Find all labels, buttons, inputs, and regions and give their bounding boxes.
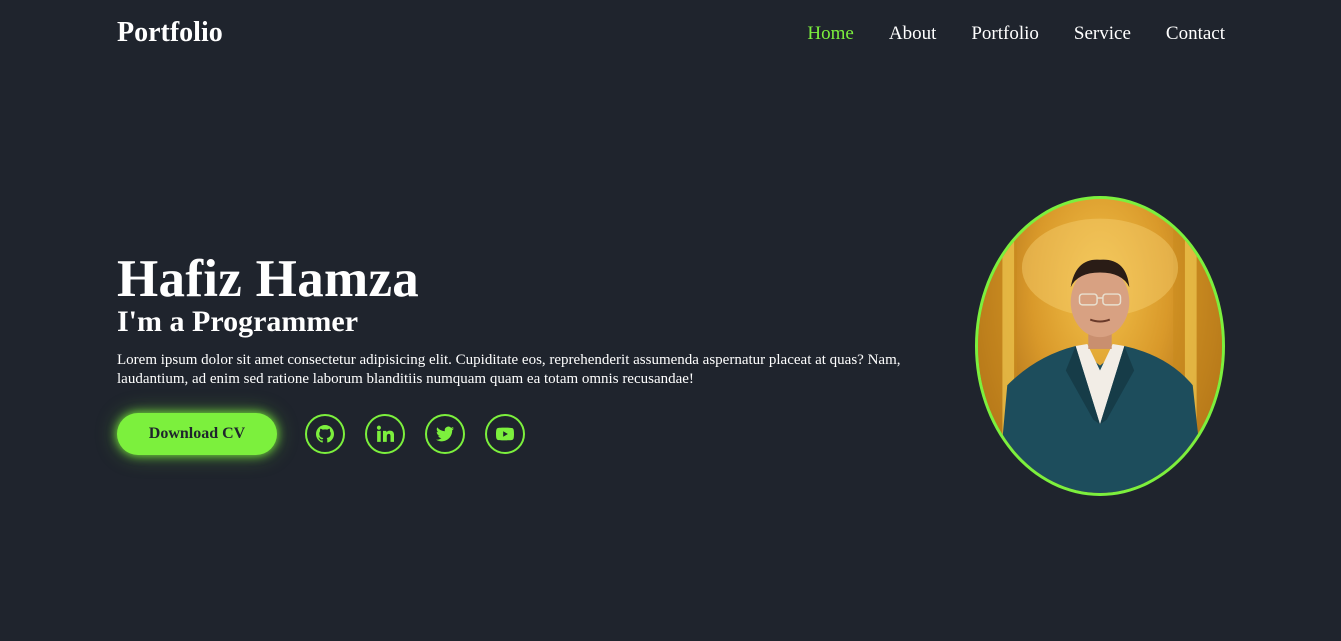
main-nav: Home About Portfolio Service Contact [807, 22, 1225, 46]
nav-portfolio[interactable]: Portfolio [971, 22, 1039, 46]
site-header: Portfolio Home About Portfolio Service C… [0, 0, 1341, 68]
download-cv-button[interactable]: Download CV [117, 413, 277, 455]
nav-contact[interactable]: Contact [1166, 22, 1225, 46]
hero-section: Hafiz Hamza I'm a Programmer Lorem ipsum… [117, 250, 937, 455]
profile-photo-illustration [978, 199, 1222, 493]
linkedin-icon [376, 425, 394, 442]
hero-subtitle: I'm a Programmer [117, 305, 359, 338]
github-link[interactable] [305, 414, 345, 454]
twitter-link[interactable] [425, 414, 465, 454]
site-logo[interactable]: Portfolio [117, 16, 223, 50]
youtube-link[interactable] [485, 414, 525, 454]
linkedin-link[interactable] [365, 414, 405, 454]
hero-actions: Download CV [117, 413, 937, 455]
hero-description: Lorem ipsum dolor sit amet consectetur a… [117, 352, 901, 387]
nav-service[interactable]: Service [1074, 22, 1131, 46]
hero-name: Hafiz Hamza [117, 250, 420, 308]
profile-photo [975, 196, 1225, 496]
nav-about[interactable]: About [889, 22, 937, 46]
social-links [305, 414, 525, 454]
youtube-icon [496, 427, 514, 441]
nav-home[interactable]: Home [807, 22, 853, 46]
github-icon [316, 425, 334, 443]
twitter-icon [436, 426, 454, 442]
